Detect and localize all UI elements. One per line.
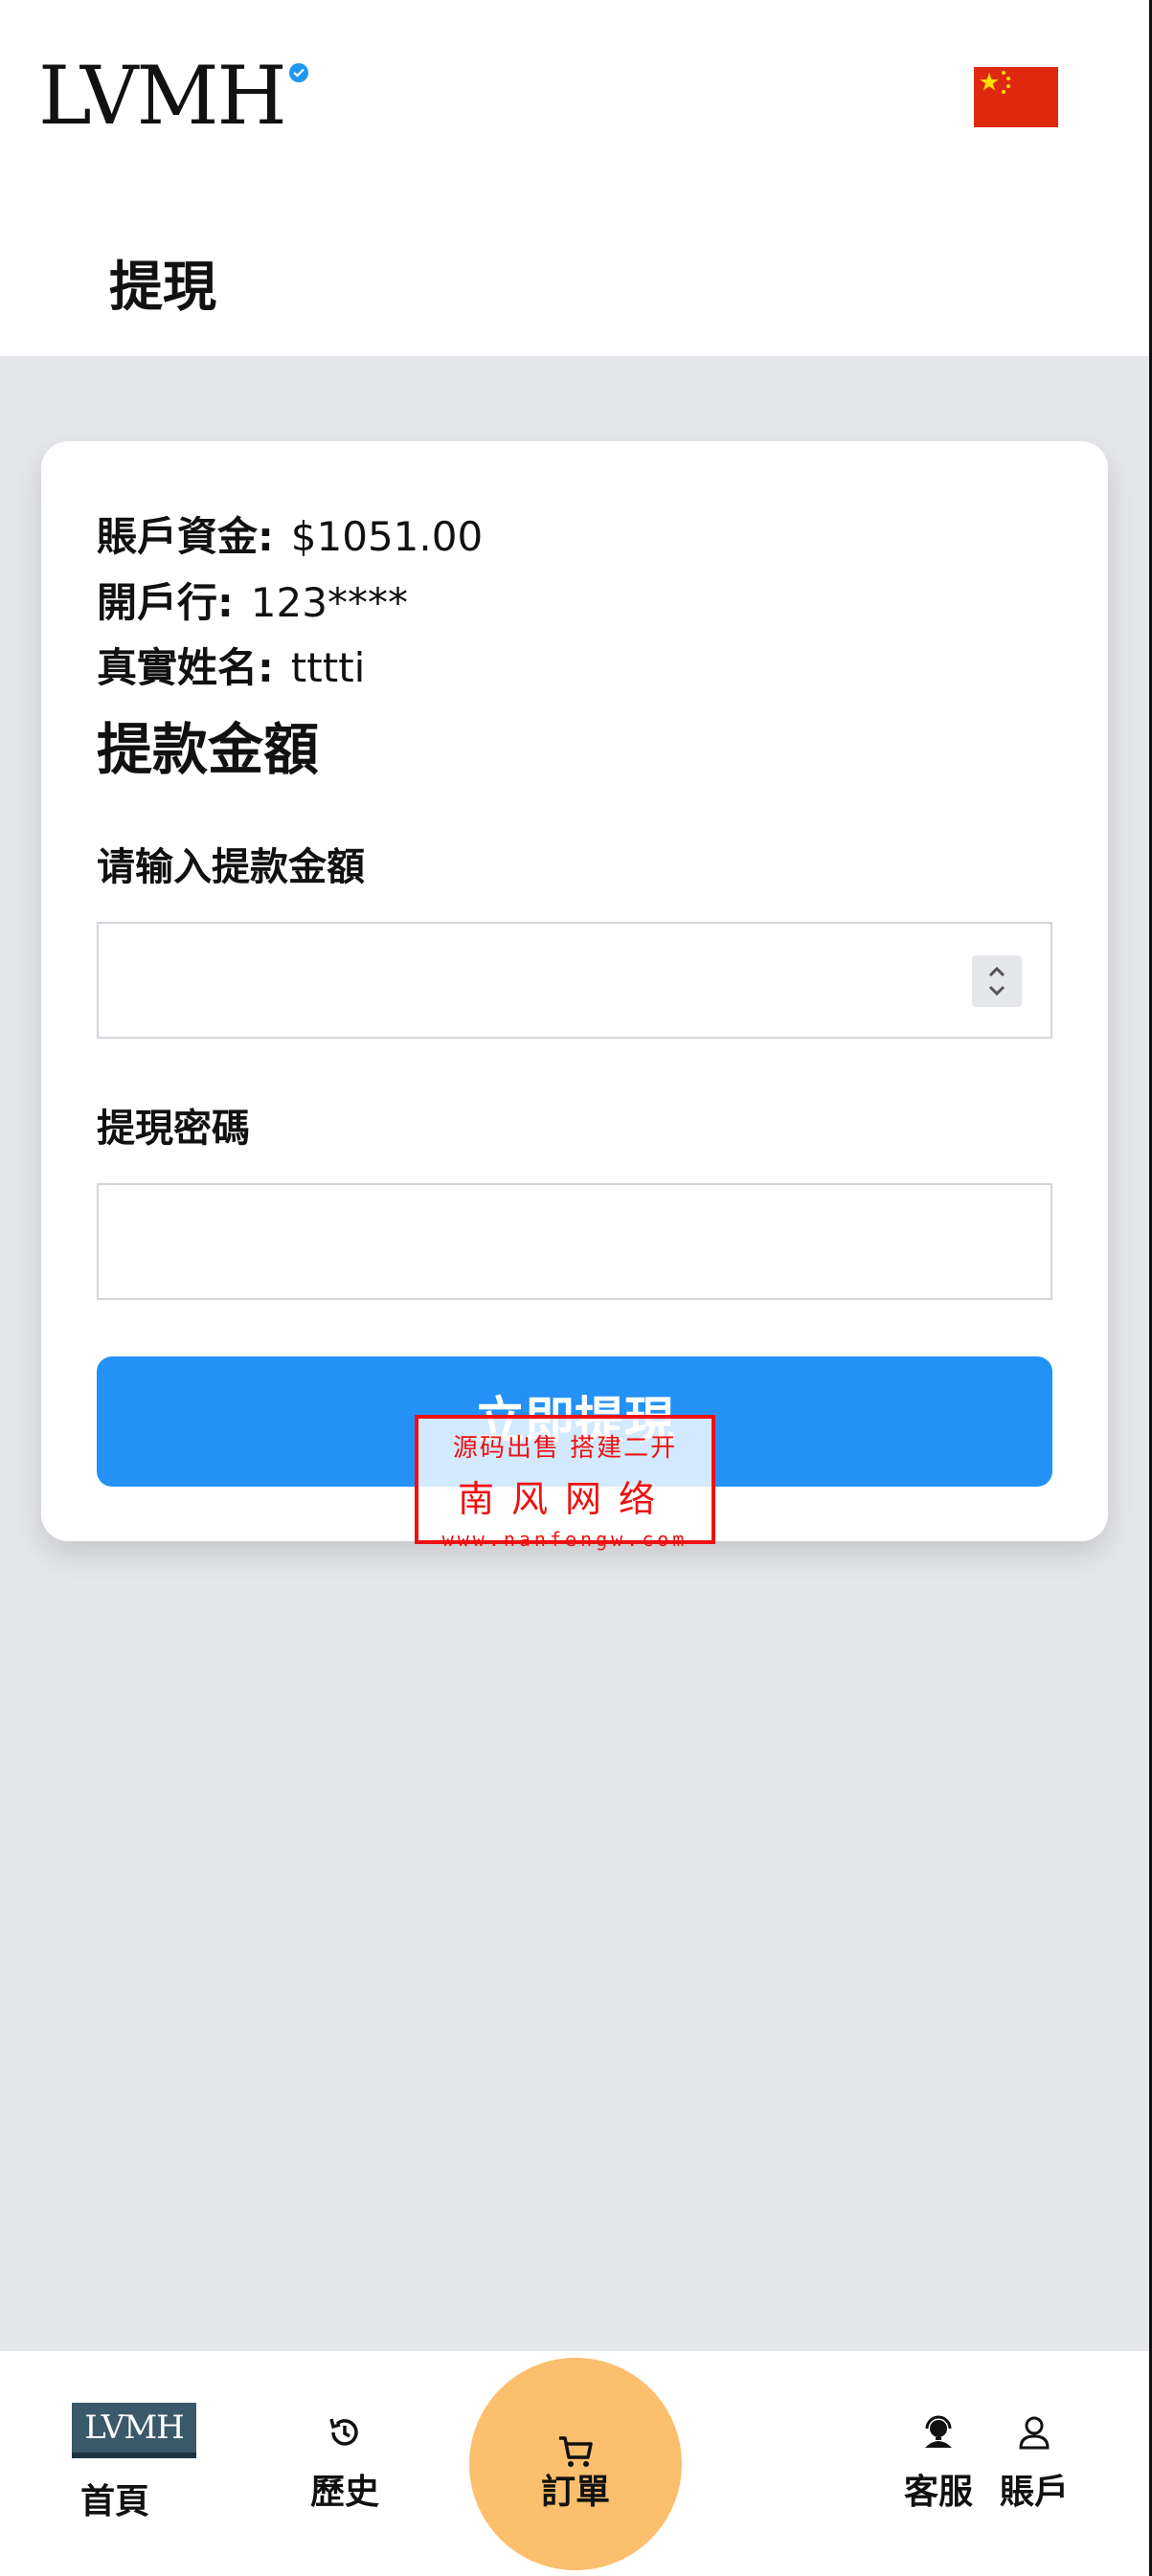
withdraw-card: 賬戶資金: $1051.00 開戶行: 123**** 真實姓名: tttti 提款金… bbox=[41, 441, 1108, 1541]
history-icon bbox=[326, 2413, 364, 2455]
amount-input[interactable] bbox=[99, 924, 1050, 1037]
balance-row: 賬戶資金: $1051.00 bbox=[97, 504, 483, 563]
verified-badge-icon bbox=[289, 63, 308, 82]
withdraw-amount-heading: 提款金額 bbox=[97, 717, 320, 782]
number-spinner-icon[interactable] bbox=[972, 955, 1022, 1007]
amount-field-label: 请输入提款金額 bbox=[97, 845, 365, 889]
watermark-stamp: 源码出售 搭建二开 南风网络 www.nanfengw.com bbox=[415, 1415, 715, 1551]
nav-label-orders: 訂單 bbox=[540, 2473, 610, 2512]
amount-field bbox=[97, 922, 1052, 1039]
password-field bbox=[97, 1183, 1052, 1300]
header: LVMH 提現 bbox=[0, 0, 1149, 356]
page-title: 提現 bbox=[109, 257, 216, 319]
real-name-label: 真實姓名: bbox=[97, 644, 274, 691]
nav-item-home[interactable]: LVMH 首頁 bbox=[19, 2351, 211, 2576]
watermark-line-1: 源码出售 搭建二开 bbox=[452, 1434, 678, 1463]
lvmh-logo-icon: LVMH bbox=[72, 2403, 196, 2458]
nav-item-history[interactable]: 歷史 bbox=[249, 2351, 440, 2576]
balance-value: $1051.00 bbox=[290, 513, 484, 560]
watermark-line-2: 南风网络 bbox=[457, 1478, 672, 1520]
nav-label-account: 賬戶 bbox=[999, 2473, 1069, 2512]
nav-item-account[interactable]: 賬戶 bbox=[938, 2351, 1130, 2576]
nav-label-home: 首頁 bbox=[79, 2482, 149, 2521]
real-name-value: tttti bbox=[290, 644, 366, 691]
withdraw-password-input[interactable] bbox=[99, 1185, 1050, 1298]
balance-label: 賬戶資金: bbox=[97, 513, 274, 560]
bank-label: 開戶行: bbox=[97, 579, 234, 626]
brand-logo[interactable]: LVMH bbox=[38, 56, 287, 136]
bank-row: 開戶行: 123**** bbox=[97, 571, 408, 629]
user-icon bbox=[1015, 2413, 1053, 2455]
china-flag-icon[interactable] bbox=[974, 67, 1058, 127]
bank-value: 123**** bbox=[250, 579, 408, 626]
watermark-line-3: www.nanfengw.com bbox=[441, 1528, 689, 1551]
nav-item-orders[interactable]: 訂單 bbox=[469, 2358, 682, 2570]
real-name-row: 真實姓名: tttti bbox=[97, 636, 365, 694]
password-field-label: 提現密碼 bbox=[97, 1107, 250, 1151]
nav-label-history: 歷史 bbox=[309, 2473, 379, 2512]
